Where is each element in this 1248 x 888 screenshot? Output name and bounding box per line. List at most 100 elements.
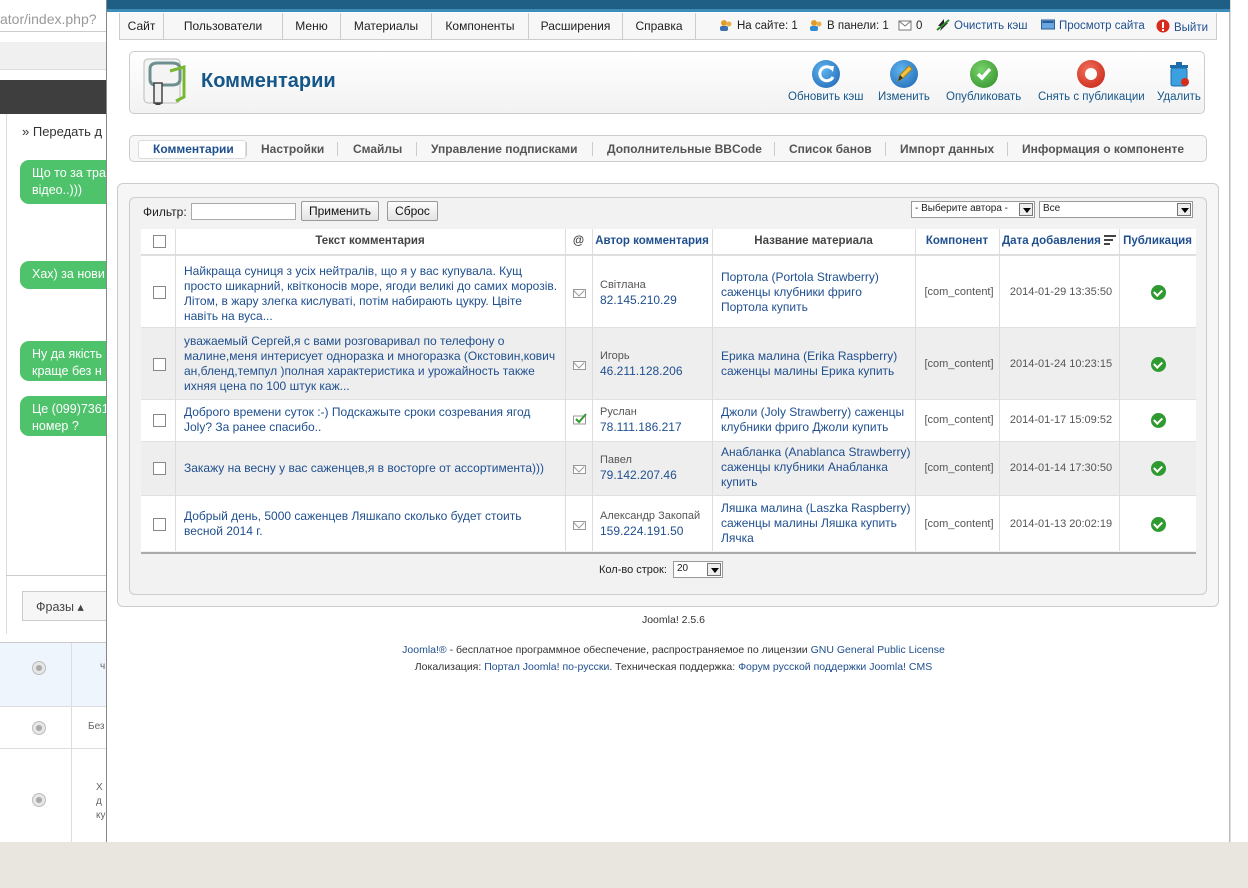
joomla-link[interactable]: Joomla!®: [402, 644, 447, 656]
comments-table: Текст комментария @ Автор комментария На…: [141, 229, 1196, 551]
author-ip[interactable]: 82.145.210.29: [600, 293, 677, 308]
rows-per-page-select[interactable]: 20: [673, 561, 723, 578]
rows-per-page-label: Кол-во строк:: [599, 564, 667, 576]
component-toolbar: Комментарии Обновить кэш Изменить Опубли…: [129, 51, 1205, 114]
logout-link[interactable]: Выйти: [1156, 19, 1208, 34]
forum-link[interactable]: Форум русской поддержки Joomla! CMS: [738, 661, 932, 673]
tab-comments[interactable]: Комментарии: [153, 142, 234, 156]
comment-date: 2014-01-24 10:23:15: [1009, 358, 1113, 370]
messages-icon: [898, 19, 912, 31]
tab-subscriptions[interactable]: Управление подписками: [431, 142, 578, 156]
comment-date: 2014-01-14 17:30:50: [1009, 462, 1113, 474]
author-ip[interactable]: 159.224.191.50: [600, 524, 700, 539]
menu-site[interactable]: Сайт: [120, 13, 164, 39]
check-icon: [969, 60, 998, 88]
menu-extensions[interactable]: Расширения: [529, 13, 623, 39]
radio-button[interactable]: [32, 721, 46, 735]
email-icon: [573, 465, 586, 474]
comment-text[interactable]: Добрый день, 5000 саженцев Ляшкапо сколь…: [184, 509, 559, 539]
status-messages[interactable]: 0: [898, 19, 922, 32]
comment-text[interactable]: Найкраща суниця з усіх нейтралів, що я у…: [184, 264, 559, 324]
table-row: уважаемый Сергей,я с вами розговаривал п…: [141, 327, 1196, 399]
comment-author: Игорь 46.211.128.206: [600, 350, 683, 379]
menu-users[interactable]: Пользователи: [164, 13, 283, 39]
header-date[interactable]: Дата добавления: [999, 229, 1119, 255]
chevron-down-icon: [707, 563, 721, 576]
header-component[interactable]: Компонент: [915, 229, 999, 255]
radio-button[interactable]: [32, 661, 46, 675]
tab-settings[interactable]: Настройки: [261, 142, 324, 156]
refresh-cache-button[interactable]: Обновить кэш: [788, 60, 864, 103]
phrases-button[interactable]: Фразы ▴: [22, 591, 110, 621]
menu-components[interactable]: Компоненты: [432, 13, 529, 39]
radio-button[interactable]: [32, 793, 46, 807]
forward-link[interactable]: » Передать д: [22, 124, 102, 139]
published-check-icon[interactable]: [1151, 285, 1166, 300]
article-title[interactable]: Джоли (Joly Strawberry) саженцы клубники…: [721, 405, 911, 435]
row-checkbox[interactable]: [153, 462, 166, 475]
chat-bubble: Це (099)7361 номер ?: [20, 396, 110, 436]
filter-label: Фильтр:: [143, 205, 187, 219]
view-site-link[interactable]: Просмотр сайта: [1041, 19, 1145, 32]
trash-icon: [1165, 60, 1193, 88]
header-published[interactable]: Публикация: [1119, 229, 1196, 255]
background-table: ч Без Х д ку: [0, 642, 110, 842]
reset-filter-button[interactable]: Сброс: [387, 201, 438, 221]
tab-smileys[interactable]: Смайлы: [353, 142, 402, 156]
published-check-icon[interactable]: [1151, 357, 1166, 372]
pencil-icon: [889, 60, 918, 88]
comment-text[interactable]: уважаемый Сергей,я с вами розговаривал п…: [184, 334, 559, 394]
component-submenu: Комментарии Настройки Смайлы Управление …: [129, 135, 1207, 162]
clear-cache-link[interactable]: Очистить кэш: [936, 19, 1028, 32]
article-title[interactable]: Анабланка (Anablanca Strawberry) саженцы…: [721, 445, 911, 490]
header-author[interactable]: Автор комментария: [592, 229, 712, 255]
published-check-icon[interactable]: [1151, 517, 1166, 532]
row-checkbox[interactable]: [153, 518, 166, 531]
author-ip[interactable]: 78.111.186.217: [600, 420, 682, 435]
author-select[interactable]: - Выберите автора -: [911, 201, 1035, 218]
article-title[interactable]: Портола (Portola Strawberry) саженцы клу…: [721, 270, 911, 315]
published-check-icon[interactable]: [1151, 461, 1166, 476]
article-title[interactable]: Ерика малина (Erika Raspberry) саженцы м…: [721, 349, 911, 379]
comment-text[interactable]: Закажу на весну у вас саженцев,я в восто…: [184, 461, 559, 476]
author-ip[interactable]: 79.142.207.46: [600, 468, 677, 483]
background-window: ator/index.php? » Передать д Що то за тр…: [0, 0, 110, 842]
gpl-link[interactable]: GNU General Public License: [811, 644, 945, 656]
lightning-icon: [936, 19, 950, 31]
select-all-checkbox[interactable]: [153, 235, 166, 248]
state-select[interactable]: Все: [1039, 201, 1193, 218]
menu-content[interactable]: Материалы: [341, 13, 432, 39]
row-checkbox[interactable]: [153, 358, 166, 371]
portal-link[interactable]: Портал Joomla! по-русски: [484, 661, 609, 673]
article-title[interactable]: Ляшка малина (Laszka Raspberry) саженцы …: [721, 501, 911, 546]
component-name: [com_content]: [924, 286, 994, 298]
menu-menus[interactable]: Меню: [283, 13, 341, 39]
email-icon: [573, 289, 586, 298]
published-check-icon[interactable]: [1151, 413, 1166, 428]
author-ip[interactable]: 46.211.128.206: [600, 364, 683, 379]
publish-button[interactable]: Опубликовать: [946, 60, 1021, 103]
table-row: Добрый день, 5000 саженцев Ляшкапо сколь…: [141, 495, 1196, 551]
select-all-cell: [141, 229, 175, 255]
apply-filter-button[interactable]: Применить: [301, 201, 379, 221]
footer-version: Joomla! 2.5.6: [641, 614, 706, 626]
delete-button[interactable]: Удалить: [1157, 60, 1201, 103]
background-tabbar: [0, 42, 110, 70]
comment-author: Александр Закопай 159.224.191.50: [600, 510, 701, 539]
unpublish-button[interactable]: Снять с публикации: [1038, 60, 1145, 103]
email-icon: [573, 361, 586, 370]
menu-help[interactable]: Справка: [623, 13, 696, 39]
tab-bans[interactable]: Список банов: [789, 142, 872, 156]
table-row: Найкраща суниця з усіх нейтралів, що я у…: [141, 255, 1196, 327]
chevron-down-icon: [1177, 203, 1191, 216]
row-checkbox[interactable]: [153, 286, 166, 299]
edit-button[interactable]: Изменить: [878, 60, 930, 103]
tab-import[interactable]: Импорт данных: [900, 142, 994, 156]
comment-author: Павел 79.142.207.46: [600, 454, 677, 483]
row-checkbox[interactable]: [153, 414, 166, 427]
filter-input[interactable]: [191, 203, 296, 220]
tab-bbcode[interactable]: Дополнительные BBCode: [607, 142, 762, 156]
right-edge-window: [1230, 0, 1248, 842]
comment-text[interactable]: Доброго времени суток :-) Подскажыте сро…: [184, 405, 559, 435]
tab-about[interactable]: Информация о компоненте: [1022, 142, 1184, 156]
